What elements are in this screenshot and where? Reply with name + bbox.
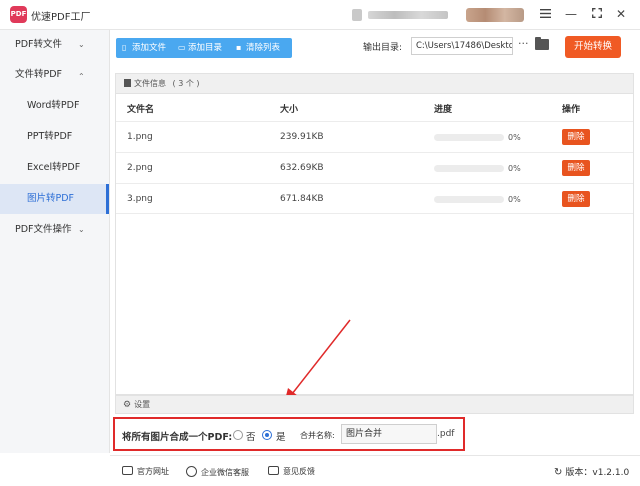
- table-row: 3.png 671.84KB 0% 删除: [116, 183, 633, 214]
- version-label: 版本：v1.2.1.0: [565, 468, 630, 478]
- delete-button[interactable]: 删除: [562, 129, 590, 145]
- progress-percent: 0%: [508, 195, 521, 204]
- file-name: 2.png: [127, 163, 153, 173]
- sidebar-item-word-to-pdf[interactable]: Word转PDF: [0, 91, 109, 121]
- file-info-header: 文件信息 ( 3 个 ): [116, 74, 633, 94]
- toolbar: ▯ 添加文件 ▭ 添加目录 ▪ 清除列表 输出目录: C:\Users\17486\D…: [110, 30, 640, 66]
- sidebar-item-label: 文件转PDF: [15, 69, 63, 80]
- sidebar-item-pdf-to-file[interactable]: PDF转文件 ⌄: [0, 30, 109, 60]
- merge-name-input[interactable]: 图片合并: [341, 424, 437, 444]
- blurred-account-badge: [466, 8, 524, 22]
- table-row: 2.png 632.69KB 0% 删除: [116, 152, 633, 183]
- file-size: 632.69KB: [280, 163, 324, 173]
- merge-settings-highlight: 将所有图片合成一个PDF: 否 是 合并名称: 图片合并 .pdf: [113, 417, 465, 451]
- add-folder-label: 添加目录: [188, 43, 223, 53]
- document-icon: [124, 79, 131, 87]
- close-button[interactable]: ✕: [613, 6, 629, 22]
- sidebar-item-image-to-pdf[interactable]: 图片转PDF: [0, 184, 109, 214]
- file-size: 239.91KB: [280, 132, 324, 142]
- delete-button[interactable]: 删除: [562, 160, 590, 176]
- feedback-link[interactable]: 意见反馈: [268, 466, 315, 477]
- file-size: 671.84KB: [280, 194, 324, 204]
- folder-icon: ▭: [178, 43, 186, 52]
- progress-bar: [434, 134, 504, 141]
- progress-bar: [434, 165, 504, 172]
- file-name: 3.png: [127, 194, 153, 204]
- trash-icon: ▪: [236, 43, 242, 52]
- maximize-button[interactable]: [589, 6, 605, 22]
- settings-header: ⚙ 设置: [115, 395, 634, 414]
- title-bar: PDF 优速PDF工厂 — ✕: [0, 0, 640, 30]
- sidebar-item-label: Excel转PDF: [27, 162, 81, 173]
- add-folder-button[interactable]: ▭ 添加目录: [178, 38, 222, 58]
- website-icon: [122, 466, 133, 475]
- clear-list-label: 清除列表: [246, 43, 281, 53]
- merge-no-radio[interactable]: [233, 430, 243, 440]
- merge-option-label: 将所有图片合成一个PDF:: [122, 432, 233, 443]
- output-path-field[interactable]: C:\Users\17486\Deskto: [411, 37, 513, 55]
- wechat-support-link[interactable]: 企业微信客服: [186, 466, 249, 478]
- progress-percent: 0%: [508, 133, 521, 142]
- add-file-label: 添加文件: [132, 43, 167, 53]
- column-header-progress: 进度: [434, 105, 453, 115]
- chevron-down-icon: ⌄: [78, 40, 85, 49]
- file-count: ( 3 个 ): [172, 79, 200, 88]
- add-file-button[interactable]: ▯ 添加文件: [122, 38, 166, 58]
- app-logo: PDF: [10, 6, 27, 23]
- sidebar-item-label: 图片转PDF: [27, 193, 75, 204]
- version-info[interactable]: ↻ 版本：v1.2.1.0: [554, 465, 629, 478]
- merge-yes-radio[interactable]: [262, 430, 272, 440]
- chevron-up-icon: ⌃: [78, 72, 85, 81]
- file-info-label: 文件信息: [134, 79, 166, 88]
- column-header-action: 操作: [562, 105, 581, 115]
- column-header-name: 文件名: [127, 105, 155, 115]
- sidebar-item-label: PPT转PDF: [27, 131, 73, 142]
- table-row: 1.png 239.91KB 0% 删除: [116, 121, 633, 152]
- website-label: 官方网址: [137, 467, 169, 476]
- blurred-user-icon: [352, 9, 362, 21]
- gear-icon: ⚙: [123, 400, 132, 410]
- clear-list-button[interactable]: ▪ 清除列表: [236, 38, 280, 58]
- blurred-user-info: [368, 11, 448, 19]
- progress-percent: 0%: [508, 164, 521, 173]
- file-name: 1.png: [127, 132, 153, 142]
- settings-label: 设置: [134, 400, 151, 409]
- footer: 官方网址 企业微信客服 意见反馈 ↻ 版本：v1.2.1.0: [110, 455, 640, 486]
- sidebar-item-excel-to-pdf[interactable]: Excel转PDF: [0, 153, 109, 183]
- sidebar-item-label: PDF文件操作: [15, 224, 72, 235]
- file-actions-group: ▯ 添加文件 ▭ 添加目录 ▪ 清除列表: [116, 38, 292, 58]
- merge-no-label: 否: [246, 432, 256, 443]
- sidebar-item-label: Word转PDF: [27, 100, 80, 111]
- wechat-label: 企业微信客服: [201, 468, 249, 477]
- output-dir-label: 输出目录:: [363, 43, 403, 53]
- minimize-button[interactable]: —: [563, 6, 579, 22]
- progress-bar: [434, 196, 504, 203]
- sidebar: PDF转文件 ⌄ 文件转PDF ⌃ Word转PDF PPT转PDF Excel…: [0, 30, 110, 453]
- feedback-label: 意见反馈: [283, 467, 315, 476]
- refresh-icon: ↻: [554, 467, 563, 478]
- merge-name-label: 合并名称:: [300, 431, 335, 440]
- start-convert-button[interactable]: 开始转换: [565, 36, 621, 58]
- app-title: 优速PDF工厂: [31, 12, 91, 23]
- open-folder-icon[interactable]: [535, 37, 549, 50]
- delete-button[interactable]: 删除: [562, 191, 590, 207]
- sidebar-item-file-to-pdf[interactable]: 文件转PDF ⌃: [0, 60, 109, 90]
- feedback-icon: [268, 466, 279, 475]
- chat-icon: [186, 466, 197, 477]
- file-list-panel: 文件信息 ( 3 个 ) 文件名 大小 进度 操作 1.png 239.91KB…: [115, 73, 634, 395]
- chevron-down-icon: ⌄: [78, 225, 85, 234]
- website-link[interactable]: 官方网址: [122, 466, 169, 477]
- more-options-button[interactable]: ···: [518, 37, 529, 50]
- sidebar-item-ppt-to-pdf[interactable]: PPT转PDF: [0, 122, 109, 152]
- merge-yes-label: 是: [276, 432, 286, 443]
- sidebar-item-label: PDF转文件: [15, 39, 63, 50]
- hamburger-icon[interactable]: [537, 6, 553, 22]
- file-extension: .pdf: [437, 429, 455, 439]
- column-header-size: 大小: [280, 105, 299, 115]
- sidebar-item-pdf-operations[interactable]: PDF文件操作 ⌄: [0, 215, 109, 245]
- file-icon: ▯: [122, 43, 127, 52]
